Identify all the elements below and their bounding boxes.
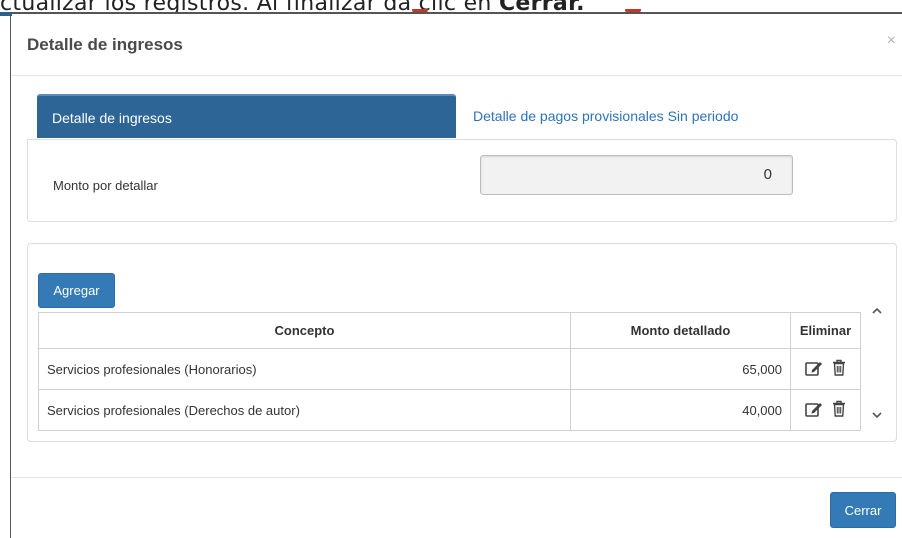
cell-monto: 40,000: [570, 389, 791, 431]
monto-por-detallar-label: Monto por detallar: [53, 178, 158, 193]
amount-panel: Monto por detallar 0: [27, 139, 897, 222]
chevron-down-icon[interactable]: [868, 408, 886, 422]
edit-icon[interactable]: [804, 401, 823, 420]
cerrar-button[interactable]: Cerrar: [830, 492, 896, 528]
trash-icon[interactable]: [832, 359, 846, 379]
close-icon[interactable]: ×: [887, 32, 896, 50]
column-header-concepto: Concepto: [38, 312, 571, 349]
cell-concepto: Servicios profesionales (Honorarios): [38, 348, 571, 390]
modal-footer-divider: [12, 477, 902, 478]
column-header-monto-detallado: Monto detallado: [570, 312, 791, 349]
detalle-table: Concepto Monto detallado Eliminar Servic…: [38, 312, 861, 431]
detalle-ingresos-modal: Detalle de ingresos × Detalle de ingreso…: [12, 12, 902, 538]
detail-table-panel: Agregar Concepto Monto detallado Elimina…: [27, 243, 897, 442]
edit-icon[interactable]: [804, 360, 823, 379]
background-decoration: [0, 12, 12, 16]
monto-por-detallar-field: 0: [480, 155, 793, 195]
tab-detalle-ingresos[interactable]: Detalle de ingresos: [37, 94, 456, 138]
table-scroll-area[interactable]: Concepto Monto detallado Eliminar Servic…: [38, 307, 890, 435]
agregar-button[interactable]: Agregar: [38, 273, 115, 308]
cell-actions: [790, 348, 861, 390]
column-header-eliminar: Eliminar: [790, 312, 861, 349]
table-header-row: Concepto Monto detallado Eliminar: [38, 312, 861, 349]
tab-bar: Detalle de ingresos Detalle de pagos pro…: [37, 94, 897, 138]
table-row: Servicios profesionales (Honorarios) 65,…: [38, 348, 861, 390]
tab-detalle-pagos-provisionales[interactable]: Detalle de pagos provisionales Sin perio…: [473, 94, 738, 138]
chevron-up-icon[interactable]: [868, 304, 886, 318]
cell-monto: 65,000: [570, 348, 791, 390]
table-row: Servicios profesionales (Derechos de aut…: [38, 389, 861, 431]
modal-title: Detalle de ingresos: [27, 35, 183, 54]
cell-concepto: Servicios profesionales (Derechos de aut…: [38, 389, 571, 431]
background-page-edge: [0, 12, 11, 538]
cell-actions: [790, 389, 861, 431]
trash-icon[interactable]: [832, 400, 846, 420]
modal-header: Detalle de ingresos ×: [12, 14, 902, 76]
